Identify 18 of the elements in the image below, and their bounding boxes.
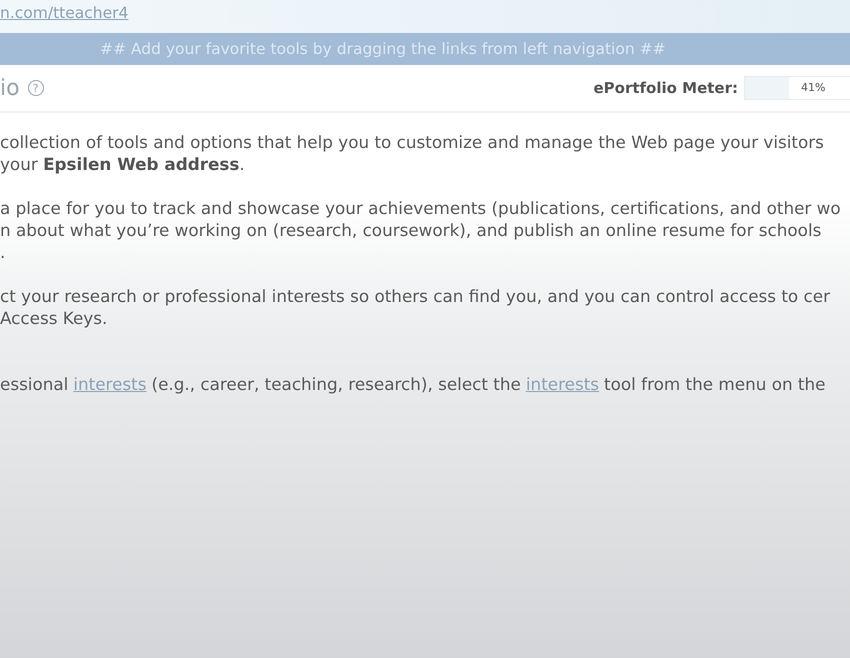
tools-banner: ## Add your favorite tools by dragging the links from left navigation ## <box>0 33 850 65</box>
body-text: tool from the menu on the <box>604 373 826 395</box>
meter-label: ePortfolio Meter: <box>593 79 738 97</box>
help-icon[interactable]: ? <box>28 80 44 96</box>
body-text: n about what you’re working on (research, coursework), and publish an online resume for schools <box>0 219 822 241</box>
body-text: ct your research or professional interests so others can find you, and you can control access to cer <box>0 285 831 307</box>
body-text: essional <box>0 373 68 395</box>
body-text: (e.g., career, teaching, research), select the <box>152 373 521 395</box>
profile-url-link[interactable]: n.com/tteacher4 <box>0 4 128 22</box>
meter-reading: 41% <box>801 81 826 94</box>
section-title: io <box>0 76 20 100</box>
body-text: your Epsilen Web address. <box>0 153 246 175</box>
body-text: Access Keys. <box>0 307 108 329</box>
interests-link[interactable]: interests <box>526 373 600 395</box>
body-text: collection of tools and options that help you to customize and manage the Web page your visitors <box>0 131 825 153</box>
body-text: . <box>0 241 6 263</box>
body-text: a place for you to track and showcase your achievements (publications, certifications, and other wo <box>0 197 842 219</box>
interests-link[interactable]: interests <box>73 373 146 395</box>
